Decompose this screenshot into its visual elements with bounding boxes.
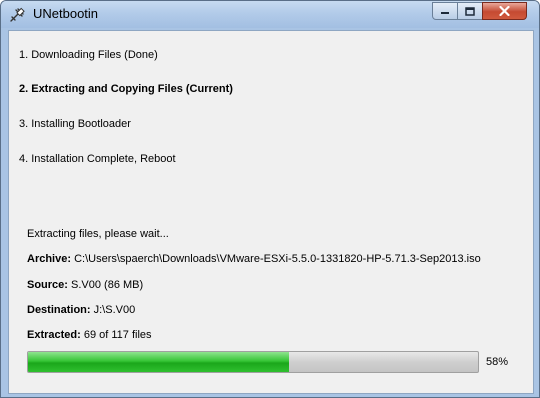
extracted-value: 69 of 117 files bbox=[83, 329, 152, 341]
status-message: Extracting files, please wait... bbox=[27, 228, 169, 240]
extraction-progress-bar bbox=[27, 351, 479, 373]
step-downloading: 1. Downloading Files (Done) bbox=[19, 49, 158, 61]
close-button[interactable] bbox=[482, 2, 527, 20]
window-title: UNetbootin bbox=[33, 6, 99, 21]
archive-value: C:\Users\spaerch\Downloads\VMware-ESXi-5… bbox=[74, 253, 481, 265]
step-extracting-current: 2. Extracting and Copying Files (Current… bbox=[19, 83, 233, 95]
maximize-icon bbox=[465, 6, 475, 16]
source-value: S.V00 (86 MB) bbox=[71, 279, 144, 291]
step-installing-bootloader: 3. Installing Bootloader bbox=[19, 118, 131, 130]
extracted-row: Extracted: 69 of 117 files bbox=[27, 329, 152, 341]
minimize-icon bbox=[441, 12, 449, 14]
archive-row: Archive: C:\Users\spaerch\Downloads\VMwa… bbox=[27, 253, 481, 265]
installer-panel: 1. Downloading Files (Done) 2. Extractin… bbox=[8, 30, 534, 394]
step-installation-complete: 4. Installation Complete, Reboot bbox=[19, 153, 176, 165]
unetbootin-app-icon bbox=[10, 7, 25, 22]
unetbootin-window: UNetbootin 1. Downloading Files (Done) 2… bbox=[0, 0, 540, 398]
minimize-button[interactable] bbox=[432, 2, 458, 20]
progress-fill bbox=[28, 352, 289, 372]
close-icon bbox=[499, 6, 510, 16]
extracted-label: Extracted: bbox=[27, 329, 81, 341]
source-label: Source: bbox=[27, 279, 68, 291]
progress-percent: 58% bbox=[486, 356, 509, 368]
archive-label: Archive: bbox=[27, 253, 72, 265]
destination-label: Destination: bbox=[27, 304, 91, 316]
destination-value: J:\S.V00 bbox=[93, 304, 136, 316]
source-row: Source: S.V00 (86 MB) bbox=[27, 279, 143, 291]
title-bar[interactable]: UNetbootin bbox=[1, 1, 539, 28]
destination-row: Destination: J:\S.V00 bbox=[27, 304, 135, 316]
maximize-button[interactable] bbox=[457, 2, 483, 20]
